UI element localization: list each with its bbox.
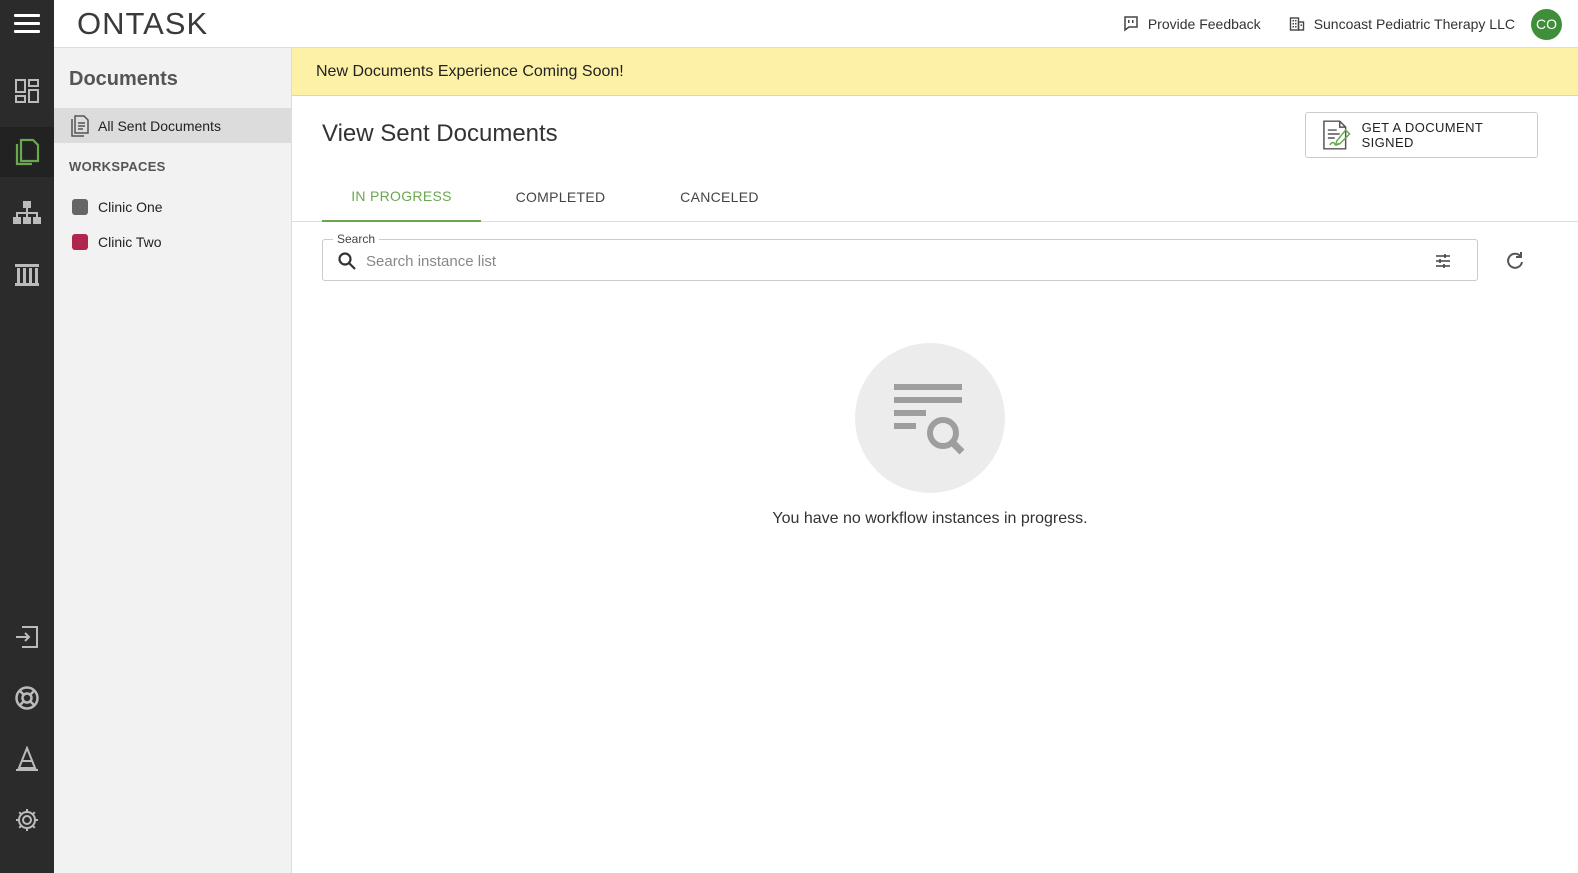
avatar[interactable]: CO <box>1531 8 1562 40</box>
workspace-clinic-two[interactable]: Clinic Two <box>72 234 162 250</box>
documents-sidebar: Documents All Sent Documents WORKSPACES … <box>54 48 292 873</box>
sidebar-item-all-sent-documents[interactable]: All Sent Documents <box>54 108 291 143</box>
search-input[interactable] <box>366 249 1416 273</box>
documents-icon[interactable] <box>0 127 54 177</box>
organization-name: Suncoast Pediatric Therapy LLC <box>1313 16 1515 32</box>
sidebar-title: Documents <box>69 68 178 90</box>
workspace-clinic-one[interactable]: Clinic One <box>72 199 163 215</box>
filter-tune-icon[interactable] <box>1434 252 1452 270</box>
learning-icon[interactable] <box>0 734 54 784</box>
feedback-icon <box>1124 16 1138 32</box>
announcement-banner: New Documents Experience Coming Soon! <box>292 48 1578 96</box>
cta-label: GET A DOCUMENT SIGNED <box>1361 120 1483 150</box>
building-icon <box>1289 17 1304 31</box>
settings-icon[interactable] <box>0 795 54 845</box>
documents-list-icon <box>71 114 89 137</box>
status-tabs: IN PROGRESS COMPLETED CANCELED <box>292 172 1578 222</box>
tab-completed[interactable]: COMPLETED <box>481 172 640 222</box>
logout-icon[interactable] <box>0 612 54 662</box>
list-search-icon <box>894 384 965 455</box>
refresh-icon[interactable] <box>1504 249 1526 271</box>
search-label: Search <box>333 232 380 246</box>
top-bar: ONTASK Provide Feedback Suncoast Pediatr… <box>0 0 1578 48</box>
provide-feedback-link[interactable]: Provide Feedback <box>1123 16 1261 32</box>
document-sign-icon <box>1323 120 1351 150</box>
tab-in-progress[interactable]: IN PROGRESS <box>322 172 481 222</box>
menu-icon[interactable] <box>0 0 54 48</box>
search-box: Search <box>322 232 1478 281</box>
organization-switcher[interactable]: Suncoast Pediatric Therapy LLC <box>1289 16 1515 32</box>
workspace-color-swatch <box>72 234 88 250</box>
app-logo[interactable]: ONTASK <box>77 6 208 42</box>
library-icon[interactable] <box>0 250 54 300</box>
sidebar-item-label: All Sent Documents <box>98 117 221 134</box>
tab-label: IN PROGRESS <box>351 188 452 204</box>
page-title: View Sent Documents <box>322 120 558 147</box>
feedback-label: Provide Feedback <box>1147 16 1261 32</box>
help-icon[interactable] <box>0 673 54 723</box>
workflows-icon[interactable] <box>0 188 54 238</box>
tab-label: CANCELED <box>680 189 759 205</box>
left-nav-rail <box>0 48 54 873</box>
tab-label: COMPLETED <box>515 189 606 205</box>
workspace-label: Clinic Two <box>98 234 162 250</box>
workspaces-heading: WORKSPACES <box>69 159 166 174</box>
get-document-signed-button[interactable]: GET A DOCUMENT SIGNED <box>1305 112 1538 158</box>
workspace-color-swatch <box>72 199 88 215</box>
tab-canceled[interactable]: CANCELED <box>640 172 799 222</box>
empty-state-illustration <box>855 343 1005 493</box>
dashboard-icon[interactable] <box>0 66 54 116</box>
workspace-label: Clinic One <box>98 199 163 215</box>
search-icon <box>338 252 356 270</box>
banner-text: New Documents Experience Coming Soon! <box>316 62 624 80</box>
empty-state-message: You have no workflow instances in progre… <box>772 510 1088 527</box>
